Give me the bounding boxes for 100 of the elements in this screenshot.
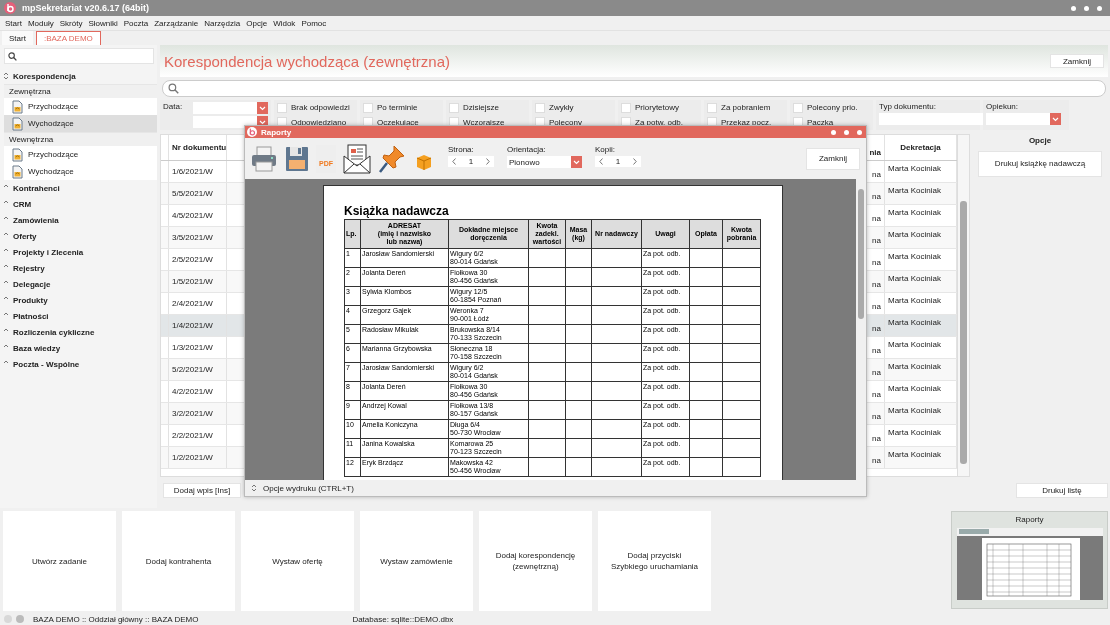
sidebar-item[interactable]: Przychodzące	[4, 98, 157, 115]
sidebar-item[interactable]: Przychodzące	[4, 146, 157, 163]
tab[interactable]: :BAZA DEMO	[35, 31, 101, 45]
shortcut-tile[interactable]: Dodaj przyciski Szybkiego uruchamiania	[598, 511, 711, 611]
chevron-right-icon[interactable]	[486, 158, 490, 165]
table-cell: 5/2/2021/W	[169, 359, 227, 380]
window-thumbnail[interactable]: Raporty	[951, 511, 1108, 609]
section-title[interactable]: Baza wiedzy	[13, 343, 61, 353]
menu-item[interactable]: Słowniki	[85, 16, 121, 30]
menu-item[interactable]: Poczta	[120, 16, 152, 30]
checkbox[interactable]: Dzisiejsze	[449, 102, 526, 114]
search-field[interactable]	[162, 80, 1106, 97]
table-cell: 1/3/2021/W	[169, 337, 227, 358]
document-icon	[12, 116, 23, 131]
section-title[interactable]: Zamówienia	[13, 215, 59, 225]
orientation-label: Orientacja:	[507, 145, 547, 154]
section-title[interactable]: Płatności	[13, 311, 49, 321]
section-title[interactable]: Oferty	[13, 231, 37, 241]
shortcut-tile[interactable]: Utwórz zadanie	[3, 511, 116, 611]
orientation-dropdown[interactable]: Pionowo	[507, 156, 582, 168]
table-cell: 1/6/2021/W	[169, 161, 227, 182]
status-light-icon	[16, 615, 24, 623]
status-text: BAZA DEMO :: Oddział główny :: BAZA DEMO	[33, 614, 199, 624]
section-title[interactable]: Rozliczenia cykliczne	[13, 327, 95, 337]
caret-icon	[259, 119, 266, 125]
scrollbar[interactable]	[957, 135, 969, 476]
add-entry-button[interactable]: Dodaj wpis [Ins]	[163, 483, 241, 498]
menu-item[interactable]: Widok	[270, 16, 299, 30]
date-dropdown[interactable]	[193, 102, 268, 114]
section-title[interactable]: Rejestry	[13, 263, 45, 273]
checkbox[interactable]: Po terminie	[363, 102, 440, 114]
expand-icon[interactable]	[3, 72, 9, 80]
shortcut-tile[interactable]: Dodaj korespondencję (zewnętrzną)	[479, 511, 592, 611]
section-title[interactable]: CRM	[13, 199, 32, 209]
close-button[interactable]: Zamknij	[806, 147, 860, 170]
page-label: Strona:	[448, 145, 475, 154]
close-button[interactable]: Zamknij	[1050, 54, 1104, 68]
print-list-button[interactable]: Drukuj listę	[1016, 483, 1108, 498]
chevron-left-icon[interactable]	[452, 158, 456, 165]
caret-icon	[573, 159, 580, 165]
menu-item[interactable]: Opcje	[243, 16, 271, 30]
expand-icon[interactable]	[251, 484, 257, 492]
document-icon	[12, 99, 23, 114]
checkbox[interactable]: Priorytetowy	[621, 102, 698, 114]
owner-dropdown[interactable]	[986, 113, 1061, 125]
menu-item[interactable]: Skróty	[56, 16, 86, 30]
caret-icon	[259, 105, 266, 111]
menu-item[interactable]: Zarządzanie	[151, 16, 202, 30]
table-cell: 2/2/2021/W	[169, 425, 227, 446]
caret-icon	[1052, 116, 1059, 122]
save-icon[interactable]	[285, 144, 309, 173]
checkbox[interactable]: Zwykły	[535, 102, 612, 114]
status-text: Database: sqlite::DEMO.dbx	[352, 614, 454, 624]
section-title[interactable]: Produkty	[13, 295, 48, 305]
copies-spinner[interactable]: 1	[595, 156, 641, 167]
copies-label: Kopii:	[595, 145, 616, 154]
date-dropdown[interactable]	[193, 116, 268, 128]
menu-item[interactable]: Narzędzia	[201, 16, 244, 30]
section-title[interactable]: Poczta - Wspólne	[13, 359, 80, 369]
date-label: Data:	[163, 102, 183, 113]
search-icon	[168, 83, 179, 94]
logo-icon	[4, 2, 16, 14]
search-field[interactable]	[4, 48, 154, 64]
options-title: Opcje	[1028, 136, 1052, 145]
section-title[interactable]: Korespondencja	[13, 71, 76, 81]
table-cell: 2/5/2021/W	[169, 249, 227, 270]
tab[interactable]: Start	[2, 31, 33, 45]
checkbox[interactable]: Brak odpowiedzi	[277, 102, 354, 114]
column-header[interactable]: Nr dokumentu	[169, 135, 227, 160]
document-type-label: Typ dokumentu:	[879, 102, 937, 111]
owner-label: Opiekun:	[986, 102, 1020, 111]
email-document-icon[interactable]	[343, 143, 371, 174]
sidebar-item[interactable]: Wychodzące	[4, 115, 157, 132]
shortcut-tile[interactable]: Wystaw zamówienie	[360, 511, 473, 611]
pushpin-icon[interactable]	[378, 143, 406, 174]
dialog-title: Raporty	[261, 127, 292, 137]
section-title[interactable]: Projekty i Zlecenia	[13, 247, 84, 257]
shortcut-tile[interactable]: Dodaj kontrahenta	[122, 511, 235, 611]
checkbox[interactable]: Za pobraniem	[707, 102, 784, 114]
menu-item[interactable]: Pomoc	[298, 16, 330, 30]
table-cell: 1/2/2021/W	[169, 447, 227, 468]
document-icon	[12, 147, 23, 162]
thumbnail-title: Raporty	[1015, 515, 1044, 524]
document-icon	[12, 164, 23, 179]
section-title[interactable]: Delegacje	[13, 279, 51, 289]
menu-item[interactable]: Start	[2, 16, 25, 30]
printer-icon[interactable]	[250, 144, 278, 173]
checkbox[interactable]: Polecony prio.	[793, 102, 870, 114]
status-light-icon	[4, 615, 12, 623]
section-title[interactable]: Kontrahenci	[13, 183, 60, 193]
window-title: mpSekretariat v20.6.17 (64bit)	[22, 3, 150, 13]
chevron-right-icon[interactable]	[633, 158, 637, 165]
report-title: Książka nadawcza	[344, 204, 450, 218]
menu-item[interactable]: Moduły	[24, 16, 57, 30]
print-options-toggle[interactable]: Opcje wydruku (CTRL+T)	[263, 483, 354, 493]
page-spinner[interactable]: 1	[448, 156, 494, 167]
sidebar-item[interactable]: Wychodzące	[4, 163, 157, 180]
shortcut-tile[interactable]: Wystaw ofertę	[241, 511, 354, 611]
chevron-left-icon[interactable]	[599, 158, 603, 165]
print-book-button[interactable]: Drukuj książkę nadawczą	[978, 151, 1102, 177]
